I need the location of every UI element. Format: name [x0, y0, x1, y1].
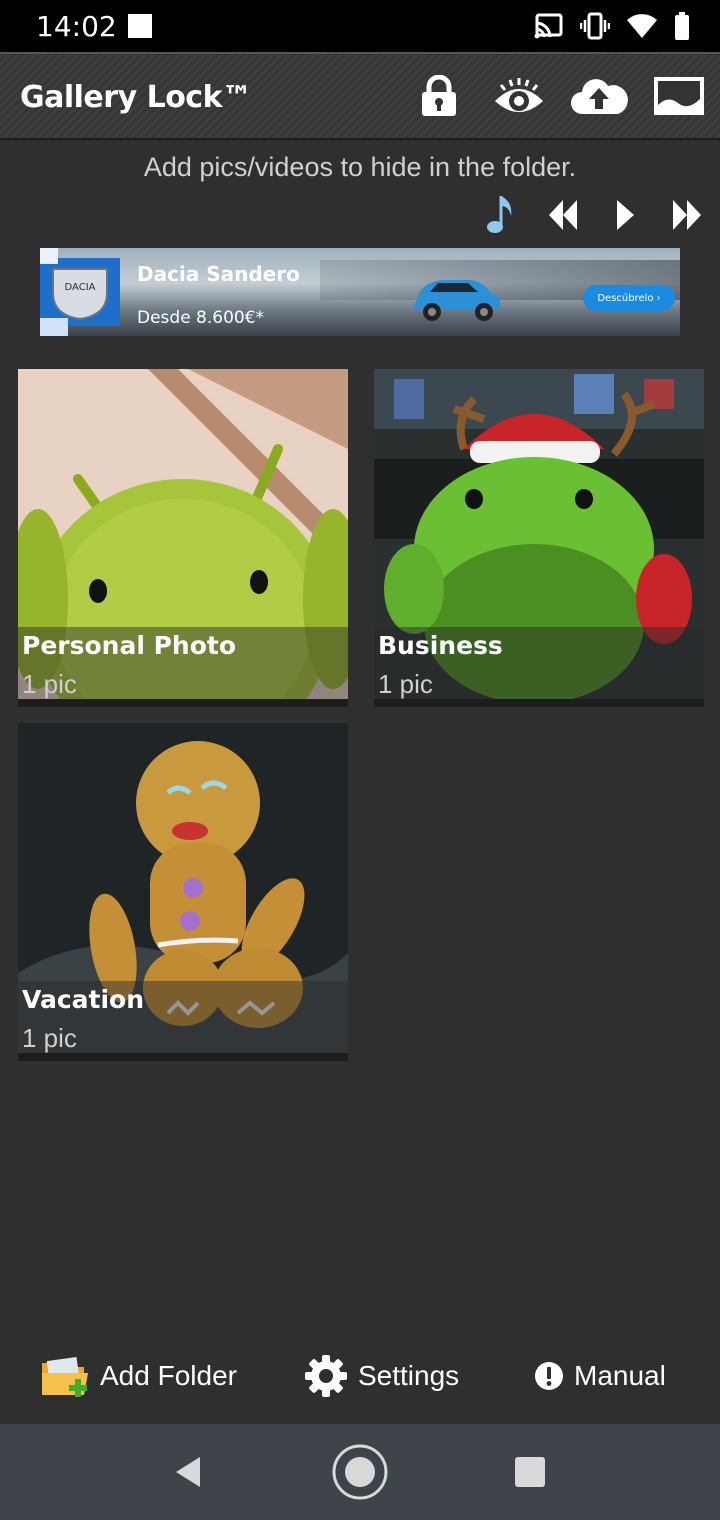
hint-text: Add pics/videos to hide in the folder. — [143, 152, 577, 182]
settings-label: Settings — [358, 1360, 460, 1391]
notification-square-icon — [128, 14, 152, 38]
fast-forward-button[interactable] — [668, 192, 706, 238]
ad-logo: DACIA — [40, 258, 120, 326]
folder-count: 1 pic — [378, 669, 433, 699]
folder-name: Personal Photo — [22, 631, 237, 660]
rewind-icon — [549, 200, 577, 230]
bottom-actions: Add Folder Settings Manual — [0, 1340, 720, 1412]
ad-info-icon[interactable] — [40, 318, 68, 336]
home-button[interactable] — [332, 1444, 388, 1500]
play-button[interactable] — [606, 192, 644, 238]
folder-name: Business — [378, 631, 503, 660]
ad-title: Dacia Sandero — [137, 262, 300, 286]
back-button[interactable] — [160, 1444, 216, 1500]
folder-tile-business[interactable]: Business 1 pic — [374, 369, 704, 707]
manual-button[interactable]: Manual — [534, 1350, 666, 1402]
status-icons — [534, 10, 690, 42]
gear-icon — [305, 1355, 347, 1397]
alert-icon — [535, 1362, 563, 1390]
music-note-icon — [487, 196, 512, 233]
eye-button[interactable] — [490, 72, 548, 120]
dacia-logo-icon: DACIA — [52, 268, 108, 321]
rewind-button[interactable] — [544, 192, 582, 238]
folder-tile-vacation[interactable]: Vacation 1 pic — [18, 723, 348, 1061]
navigation-bar — [0, 1424, 720, 1520]
ad-banner[interactable]: DACIA Dacia Sandero Desde 8.600€* Descúb… — [40, 248, 680, 336]
cloud-upload-icon — [571, 79, 628, 114]
fast-forward-icon — [673, 200, 701, 230]
gallery-button[interactable] — [650, 72, 708, 120]
cast-icon — [534, 13, 563, 39]
ad-cta-button[interactable]: Descúbrelo › — [583, 285, 675, 311]
folder-count: 1 pic — [22, 669, 77, 699]
manual-label: Manual — [574, 1360, 666, 1391]
wifi-icon — [627, 14, 657, 38]
back-icon — [176, 1457, 200, 1487]
add-folder-button[interactable]: Add Folder — [40, 1350, 237, 1402]
player-controls — [482, 192, 706, 238]
vibrate-icon — [580, 12, 610, 40]
folder-name: Vacation — [22, 985, 145, 1014]
eye-icon — [495, 78, 543, 112]
folder-count: 1 pic — [22, 1023, 77, 1053]
recents-icon — [515, 1457, 545, 1487]
battery-icon — [675, 12, 689, 40]
status-time: 14:02 — [36, 10, 117, 43]
ad-choices-icon[interactable] — [40, 248, 58, 264]
home-icon — [332, 1444, 388, 1500]
ad-price: Desde 8.600€* — [137, 308, 265, 328]
play-icon — [617, 200, 634, 230]
app-title: Gallery Lock™ — [20, 80, 252, 115]
lock-button[interactable] — [410, 72, 468, 120]
settings-button[interactable]: Settings — [304, 1350, 459, 1402]
lock-icon — [422, 75, 456, 116]
car-image — [414, 280, 500, 321]
app-actions — [410, 72, 708, 120]
add-folder-label: Add Folder — [100, 1360, 237, 1391]
app-bar: Gallery Lock™ — [0, 52, 720, 140]
svg-text:DACIA: DACIA — [65, 282, 96, 293]
gallery-icon — [654, 77, 704, 115]
status-bar: 14:02 — [0, 0, 720, 52]
recents-button[interactable] — [502, 1444, 558, 1500]
add-folder-icon — [42, 1357, 88, 1397]
cloud-upload-button[interactable] — [570, 72, 628, 120]
music-button[interactable] — [482, 192, 520, 238]
folder-tile-personal-photo[interactable]: Personal Photo 1 pic — [18, 369, 348, 707]
